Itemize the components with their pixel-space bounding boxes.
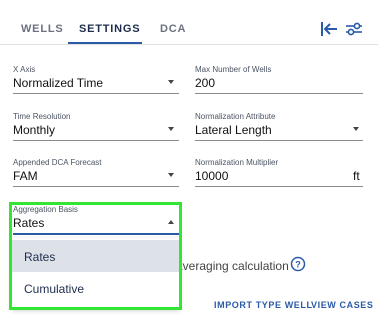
tab-dca[interactable]: DCA [160,23,186,35]
normalization-multiplier-value: 10000 [195,169,229,183]
sliders-icon[interactable] [343,18,365,40]
field-underline [13,93,179,94]
normalization-attribute-select[interactable]: Normalization Attribute Lateral Length [195,112,363,144]
appended-dca-select[interactable]: Appended DCA Forecast FAM [13,158,179,190]
caret-down-icon [168,80,174,84]
caret-down-icon [353,127,359,131]
field-underline [13,140,179,141]
max-wells-label: Max Number of Wells [195,65,272,74]
import-type-well-button[interactable]: IMPORT TYPE WELL [214,300,313,310]
max-wells-value: 200 [195,76,216,90]
normalization-multiplier-label: Normalization Multiplier [195,158,279,167]
normalization-attribute-label: Normalization Attribute [195,112,276,121]
tab-wells[interactable]: WELLS [21,23,64,35]
time-resolution-select[interactable]: Time Resolution Monthly [13,112,179,144]
x-axis-label: X Axis [13,65,36,74]
field-underline [195,140,363,141]
normalization-attribute-value: Lateral Length [195,123,272,137]
tab-bar: WELLS SETTINGS DCA [0,0,378,46]
x-axis-value: Normalized Time [13,76,104,90]
help-circle-icon[interactable]: ? [290,256,306,272]
caret-down-icon [168,173,174,177]
caret-down-icon [168,127,174,131]
svg-text:?: ? [295,260,301,270]
time-resolution-label: Time Resolution [13,112,71,121]
time-resolution-value: Monthly [13,123,56,137]
max-wells-input[interactable]: Max Number of Wells 200 [195,65,363,97]
field-underline [13,186,179,187]
tab-settings[interactable]: SETTINGS [79,23,140,35]
appended-dca-value: FAM [13,169,38,183]
x-axis-select[interactable]: X Axis Normalized Time [13,65,179,97]
unit-label: ft [353,169,360,183]
view-cases-button[interactable]: VIEW CASES [311,300,374,310]
normalization-multiplier-input[interactable]: Normalization Multiplier 10000 ft [195,158,363,190]
tab-divider [0,44,378,45]
averaging-calculation-text: averaging calculation [176,259,289,273]
highlight-box [9,202,182,310]
collapse-left-icon[interactable] [319,18,341,40]
appended-dca-label: Appended DCA Forecast [13,158,102,167]
field-underline [195,186,363,187]
field-underline [195,93,363,94]
